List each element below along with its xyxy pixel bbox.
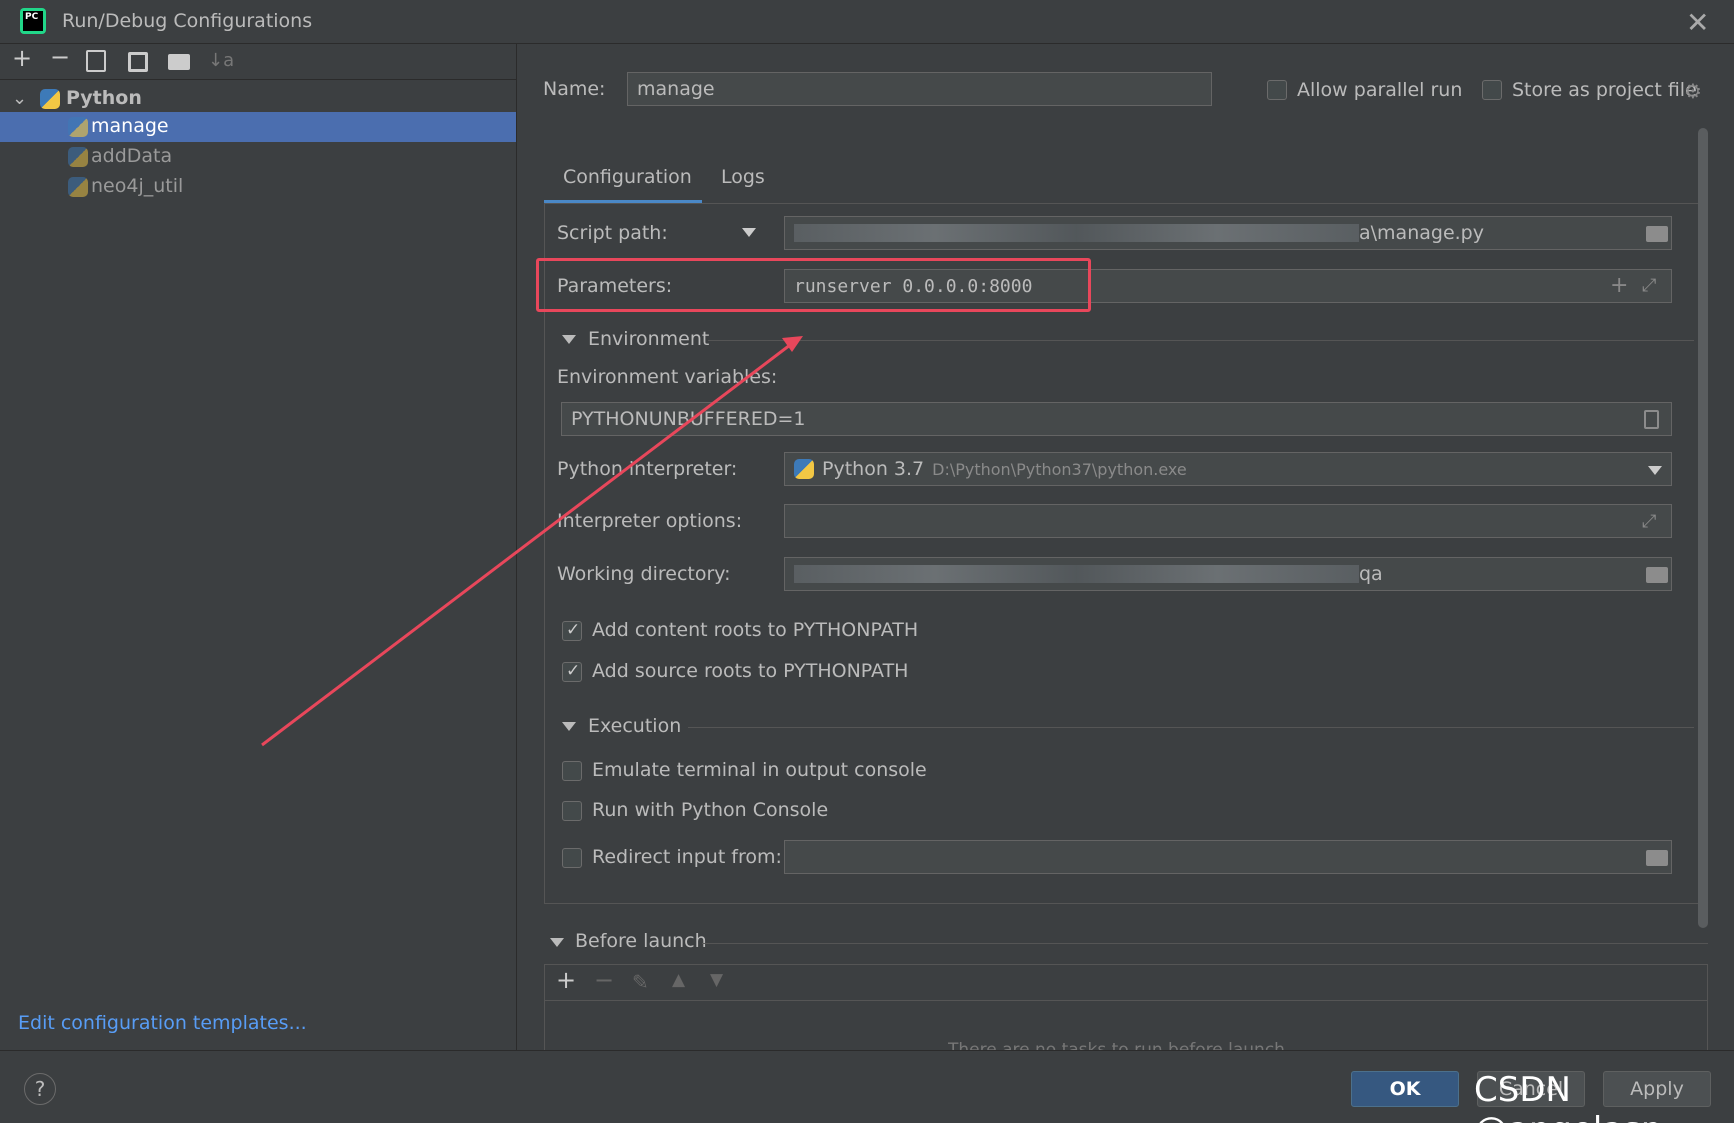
help-button[interactable]: ? — [24, 1073, 56, 1105]
annotation-arrow — [261, 336, 803, 747]
arrow-line — [261, 343, 791, 747]
watermark: CSDN @angelasp — [1474, 1070, 1662, 1123]
ok-button[interactable]: OK — [1351, 1071, 1459, 1107]
